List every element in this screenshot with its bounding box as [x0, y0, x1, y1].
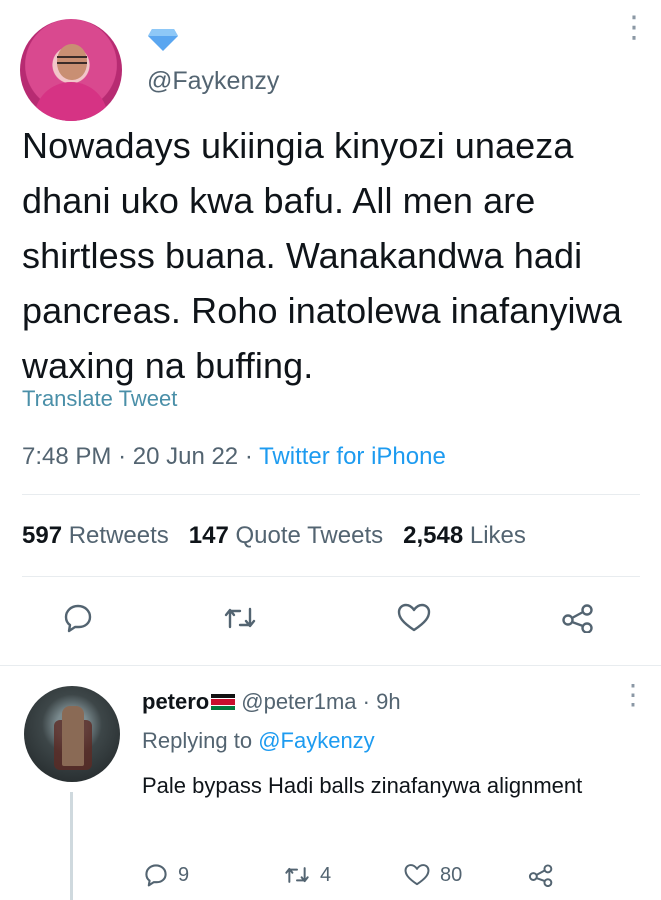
like-count: 80 — [440, 863, 463, 886]
quotes-stat[interactable]: 147 Quote Tweets — [189, 522, 383, 549]
reply-text: Pale bypass Hadi balls zinafanywa alignm… — [142, 773, 583, 798]
tweet-source[interactable]: Twitter for iPhone — [259, 443, 446, 470]
reply-icon — [64, 604, 92, 633]
divider — [22, 576, 640, 577]
reply-button[interactable] — [56, 596, 100, 640]
author-handle[interactable]: @Faykenzy — [147, 67, 279, 96]
tweet-meta: 7:48 PM · 20 Jun 22 · Twitter for iPhone — [22, 443, 446, 470]
reply-share-button[interactable] — [528, 858, 554, 892]
tweet-date[interactable]: 20 Jun 22 — [133, 443, 238, 470]
share-button[interactable] — [556, 596, 600, 640]
reply-author-name[interactable]: petero — [142, 689, 209, 714]
retweet-count: 4 — [320, 863, 332, 886]
tweet-stats: 597 Retweets 147 Quote Tweets 2,548 Likes — [22, 522, 526, 550]
share-icon — [562, 604, 593, 633]
reply-like-button[interactable]: 80 — [404, 858, 462, 892]
reply-tweet[interactable]: petero @peter1ma · 9h ⋮ Replying to @Fay… — [0, 666, 661, 900]
retweet-icon — [224, 607, 256, 629]
reply-reply-button[interactable]: 9 — [144, 858, 189, 892]
retweets-stat[interactable]: 597 Retweets — [22, 522, 169, 549]
more-icon[interactable]: ⋮ — [619, 681, 647, 709]
translate-tweet-link[interactable]: Translate Tweet — [22, 386, 177, 412]
like-button[interactable] — [392, 596, 436, 640]
share-icon — [528, 864, 553, 887]
likes-stat[interactable]: 2,548 Likes — [403, 522, 526, 549]
reply-count: 9 — [178, 863, 190, 886]
retweet-button[interactable] — [218, 596, 262, 640]
reply-age[interactable]: 9h — [376, 689, 400, 714]
reply-icon — [145, 864, 167, 887]
reply-header: petero @peter1ma · 9h — [142, 689, 401, 714]
tweet-text: Nowadays ukiingia kinyozi unaeza dhani u… — [22, 125, 622, 386]
replying-to-handle[interactable]: @Faykenzy — [258, 728, 374, 753]
replying-to: Replying to @Faykenzy — [142, 728, 375, 753]
reply-author-handle[interactable]: @peter1ma — [241, 689, 356, 714]
main-tweet: @Faykenzy ⋮ Nowadays ukiingia kinyozi un… — [0, 0, 661, 665]
divider — [22, 494, 640, 495]
reply-author-avatar[interactable] — [24, 686, 120, 782]
kenya-flag-icon — [211, 694, 236, 710]
tweet-time[interactable]: 7:48 PM — [22, 443, 111, 470]
like-icon — [397, 603, 431, 632]
like-icon — [404, 864, 430, 886]
retweet-icon — [285, 867, 309, 883]
verified-diamond-icon — [148, 29, 178, 51]
more-icon[interactable]: ⋮ — [619, 13, 649, 43]
tweet-actions — [0, 596, 661, 646]
author-avatar[interactable] — [20, 19, 122, 121]
reply-retweet-button[interactable]: 4 — [284, 858, 331, 892]
reply-actions: 9 4 80 — [0, 858, 661, 892]
